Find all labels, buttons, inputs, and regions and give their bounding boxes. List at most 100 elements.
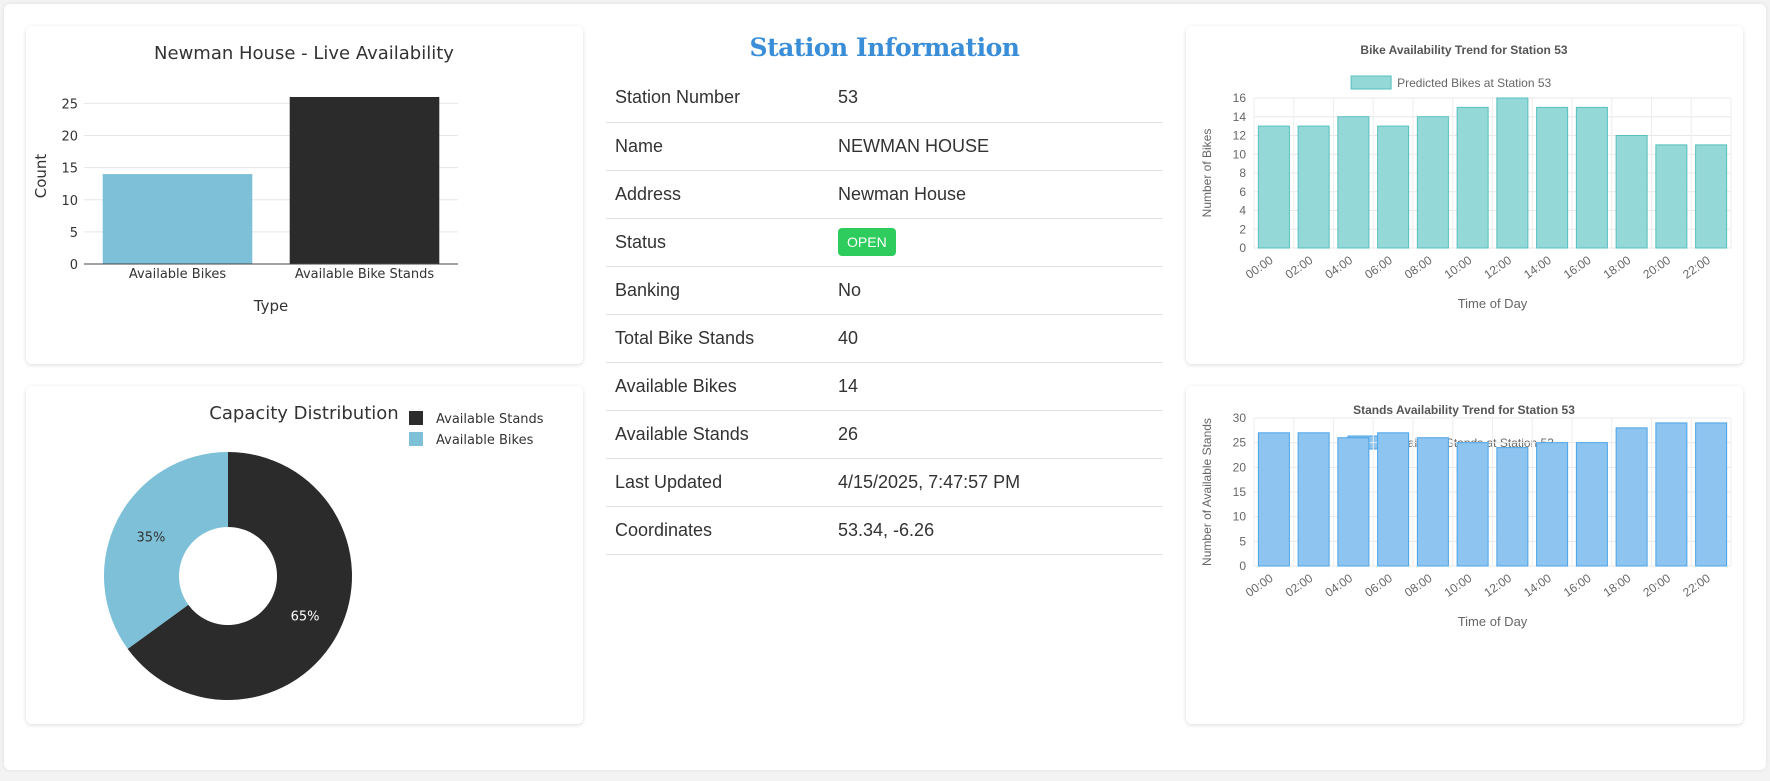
info-row: Address Newman House [606, 170, 1163, 218]
x-tick-label: 06:00 [1362, 571, 1395, 600]
y-tick-label: 14 [1233, 110, 1247, 124]
y-axis-title: Number of Available Stands [1200, 418, 1214, 566]
x-tick-label: 06:00 [1362, 253, 1395, 282]
bar [102, 174, 253, 264]
y-tick-label: 8 [1239, 166, 1246, 180]
bar [1297, 125, 1330, 249]
stands-trend-chart: Stands Availability Trend for Station 53… [1200, 403, 1732, 629]
info-label: Total Bike Stands [615, 327, 755, 348]
info-label: Available Bikes [615, 375, 737, 396]
x-tick-label: 10:00 [1442, 253, 1475, 282]
x-tick-label: 02:00 [1283, 253, 1316, 282]
capacity-distribution-chart: Capacity Distribution 65% 35% Available Sta… [104, 403, 544, 700]
y-tick-label: 12 [1233, 129, 1247, 143]
y-tick-label: 0 [1239, 241, 1246, 255]
info-row: Coordinates 53.34, -6.26 [606, 506, 1163, 554]
info-value: 53.34, -6.26 [838, 519, 935, 540]
chart-title: Capacity Distribution [209, 403, 398, 424]
legend-label: Predicted Bikes at Station 53 [1397, 76, 1551, 90]
info-row: Station Number 53 [606, 74, 1163, 122]
chart-title: Stands Availability Trend for Station 53 [1353, 403, 1575, 417]
x-tick-label: 20:00 [1640, 571, 1673, 600]
live-availability-chart: Newman House - Live Availability 0 5 10 15 20… [32, 43, 458, 315]
x-tick-label: 00:00 [1243, 253, 1276, 282]
bar [1456, 442, 1489, 567]
x-axis-title: Time of Day [1458, 296, 1528, 311]
status-badge: OPEN [838, 228, 896, 256]
y-tick-label: 0 [70, 258, 78, 273]
info-label: Last Updated [615, 471, 723, 492]
info-value: 26 [838, 423, 859, 444]
info-row: Name NEWMAN HOUSE [606, 122, 1163, 170]
legend-swatch [409, 432, 423, 446]
y-tick-label: 10 [61, 194, 78, 209]
x-tick-label: 20:00 [1640, 253, 1673, 282]
x-tick-label: 12:00 [1481, 253, 1514, 282]
live-availability-card: Newman House - Live Availability 0 5 10 15 20… [26, 26, 583, 364]
info-row: Available Bikes 14 [606, 362, 1163, 410]
y-tick-label: 0 [1239, 559, 1246, 573]
info-label: Coordinates [615, 519, 713, 540]
y-axis-title: Number of Bikes [1200, 129, 1214, 218]
slice-label: 65% [291, 609, 320, 624]
bar [1655, 144, 1688, 249]
info-value: OPEN [829, 218, 1163, 266]
x-tick-label: 04:00 [1322, 571, 1355, 600]
chart-title: Bike Availability Trend for Station 53 [1360, 43, 1567, 57]
y-tick-label: 2 [1239, 222, 1246, 236]
slice-label: 35% [136, 531, 165, 546]
x-tick-label: 12:00 [1481, 571, 1514, 600]
x-tick-label: 16:00 [1561, 253, 1594, 282]
chart-title: Newman House - Live Availability [154, 43, 454, 64]
bar [1456, 106, 1489, 249]
y-tick-label: 25 [61, 97, 78, 112]
x-tick-label: Available Bikes [129, 267, 227, 282]
y-axis-title: Count [32, 154, 50, 199]
x-tick-label: 10:00 [1442, 571, 1475, 600]
bar [1257, 125, 1290, 249]
x-axis-title: Type [253, 297, 288, 315]
x-tick-label: 16:00 [1561, 571, 1594, 600]
info-label: Status [615, 231, 667, 252]
y-tick-label: 10 [1233, 147, 1247, 161]
bar [1536, 106, 1569, 249]
x-tick-label: 08:00 [1402, 571, 1435, 600]
x-tick-label: 22:00 [1680, 253, 1713, 282]
bar [289, 96, 440, 264]
x-tick-label: Available Bike Stands [295, 267, 435, 282]
info-label: Station Number [615, 87, 741, 108]
bar [1496, 97, 1529, 249]
station-information-panel: Station Information Station Number 53 Name… [606, 26, 1163, 555]
y-tick-label: 15 [1233, 485, 1247, 499]
info-value: No [838, 279, 862, 300]
bar [1575, 106, 1608, 249]
info-value: 40 [838, 327, 859, 348]
x-tick-label: 00:00 [1243, 571, 1276, 600]
bar [1615, 427, 1648, 567]
info-value: 4/15/2025, 7:47:57 PM [838, 471, 1021, 492]
y-tick-label: 20 [61, 130, 78, 145]
bar [1575, 442, 1608, 567]
x-tick-label: 08:00 [1402, 253, 1435, 282]
bar [1655, 422, 1688, 567]
bike-trend-chart: Bike Availability Trend for Station 53 Pr… [1200, 43, 1732, 311]
info-value: 53 [838, 87, 859, 108]
info-value: 14 [838, 375, 859, 396]
info-row: Total Bike Stands 40 [606, 314, 1163, 362]
bar [1257, 432, 1290, 567]
x-axis-title: Time of Day [1458, 614, 1528, 629]
y-tick-label: 25 [1233, 436, 1247, 450]
bar [1297, 432, 1330, 567]
bar [1377, 125, 1410, 249]
bike-trend-card: Bike Availability Trend for Station 53 Pr… [1186, 26, 1743, 364]
y-tick-label: 20 [1233, 460, 1247, 474]
station-information-title: Station Information [749, 33, 1020, 62]
x-tick-label: 02:00 [1283, 571, 1316, 600]
info-row: Available Stands 26 [606, 410, 1163, 458]
capacity-distribution-card: Capacity Distribution 65% 35% Available Sta… [26, 386, 583, 724]
legend-swatch [409, 411, 423, 425]
bar [1337, 437, 1370, 567]
station-info-table: Station Number 53 Name NEWMAN HOUSE Address N… [606, 74, 1163, 555]
y-tick-label: 15 [61, 162, 78, 177]
legend-label: Available Stands [436, 412, 544, 427]
